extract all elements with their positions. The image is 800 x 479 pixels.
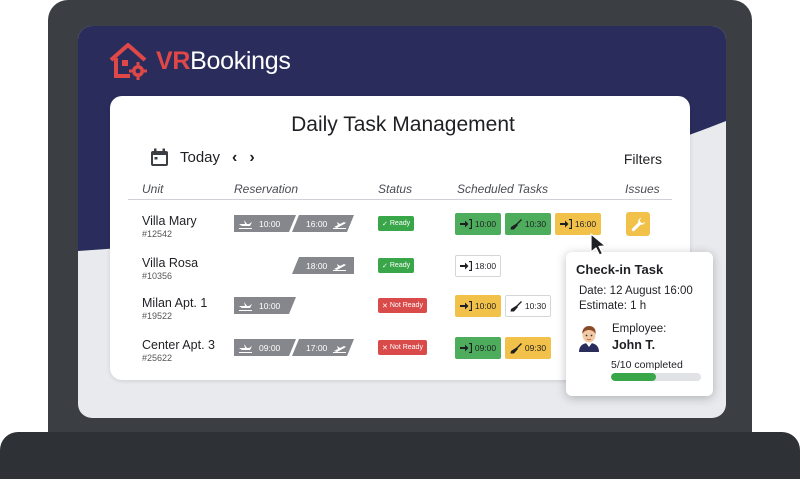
check-icon: ✓	[382, 220, 388, 228]
check-in-icon	[459, 261, 472, 271]
broom-icon	[510, 218, 522, 230]
task-time: 10:00	[474, 301, 497, 311]
status-label: Ready	[389, 220, 411, 227]
date-label[interactable]: Today	[180, 149, 220, 166]
task-time: 18:00	[474, 261, 497, 271]
check-in-icon	[459, 301, 472, 311]
employee-label: Employee:	[612, 323, 667, 335]
column-header-status: Status	[378, 182, 413, 196]
reservation-checkout[interactable]: 18:00	[292, 257, 354, 274]
unit-name: Milan Apt. 1	[142, 296, 208, 310]
unit-name: Villa Mary	[142, 214, 197, 228]
column-header-unit: Unit	[142, 182, 164, 196]
cross-icon: ✕	[382, 302, 388, 310]
column-header-reservation: Reservation	[234, 182, 299, 196]
plane-departure-icon	[333, 219, 347, 229]
task-time: 16:00	[574, 219, 597, 229]
task-time: 10:00	[474, 219, 497, 229]
wrench-icon	[631, 217, 645, 231]
checkin-time: 09:00	[259, 342, 281, 353]
checkin-time: 10:00	[259, 300, 281, 311]
checkout-time: 18:00	[306, 260, 328, 271]
logo-prefix: VR	[156, 46, 191, 75]
task-time: 09:00	[474, 343, 497, 353]
plane-landing-icon	[239, 219, 253, 229]
unit-id: #12542	[142, 229, 173, 239]
page-title: Daily Task Management	[291, 113, 515, 136]
check-in-icon	[559, 219, 572, 229]
status-label: Not Ready	[389, 344, 423, 351]
unit-name: Center Apt. 3	[142, 338, 215, 352]
reservation-checkin[interactable]: 10:00	[234, 297, 296, 314]
status-badge-ready: ✓ Ready	[378, 258, 415, 273]
unit-name: Villa Rosa	[142, 256, 199, 270]
next-day-button[interactable]: ›	[249, 149, 254, 167]
status-label: Ready	[389, 262, 411, 269]
unit-id: #25622	[142, 353, 173, 363]
task-details-popup: Check-in Task Date: 12 August 16:00 Esti…	[566, 252, 713, 396]
popup-estimate: Estimate: 1 h	[579, 300, 647, 312]
task-cleaning[interactable]: 09:30	[505, 337, 551, 359]
unit-id: #19522	[142, 311, 173, 321]
column-header-issues: Issues	[625, 182, 660, 196]
broom-icon	[510, 342, 522, 354]
status-badge-not-ready: ✕ Not Ready	[378, 298, 427, 313]
employee-name: John T.	[612, 338, 656, 352]
logo-text: VRBookings	[156, 47, 291, 76]
reservation-checkin[interactable]: 10:00	[234, 215, 296, 232]
progress-bar-fill	[611, 373, 656, 381]
filters-button[interactable]: Filters	[624, 151, 662, 167]
task-check-in[interactable]: 16:00	[555, 213, 601, 235]
task-time: 09:30	[524, 343, 547, 353]
task-check-in[interactable]: 10:00	[455, 295, 501, 317]
reservation-checkout[interactable]: 16:00	[292, 215, 354, 232]
mouse-cursor-icon	[590, 233, 607, 256]
checkout-time: 17:00	[306, 342, 328, 353]
unit-id: #10356	[142, 271, 173, 281]
logo-suffix: Bookings	[190, 46, 291, 75]
status-badge-not-ready: ✕ Not Ready	[378, 340, 427, 355]
cross-icon: ✕	[382, 344, 388, 352]
house-gear-icon	[109, 43, 147, 80]
calendar-icon[interactable]	[150, 148, 169, 167]
reservation-checkout[interactable]: 17:00	[292, 339, 354, 356]
progress-text: 5/10 completed	[611, 359, 683, 371]
task-check-in[interactable]: 10:00	[455, 213, 501, 235]
progress-bar	[611, 373, 701, 381]
checkin-time: 10:00	[259, 218, 281, 229]
popup-title: Check-in Task	[576, 262, 664, 277]
check-in-icon	[459, 219, 472, 229]
check-in-icon	[459, 343, 472, 353]
task-time: 10:30	[524, 219, 547, 229]
checkout-time: 16:00	[306, 218, 328, 229]
plane-landing-icon	[239, 343, 253, 353]
plane-landing-icon	[239, 301, 253, 311]
issue-button[interactable]	[626, 212, 650, 236]
broom-icon	[510, 300, 522, 312]
date-navigator: Today ‹ ›	[150, 148, 255, 167]
reservation-checkin[interactable]: 09:00	[234, 339, 296, 356]
employee-avatar	[579, 326, 599, 352]
popup-date: Date: 12 August 16:00	[579, 285, 693, 297]
task-cleaning[interactable]: 10:30	[505, 295, 551, 317]
task-cleaning[interactable]: 10:30	[505, 213, 551, 235]
prev-day-button[interactable]: ‹	[232, 149, 237, 167]
status-badge-ready: ✓ Ready	[378, 216, 415, 231]
check-icon: ✓	[382, 262, 388, 270]
task-check-in[interactable]: 09:00	[455, 337, 501, 359]
app-logo[interactable]: VRBookings	[108, 42, 291, 80]
plane-departure-icon	[333, 343, 347, 353]
header-divider	[128, 199, 672, 200]
laptop-base	[0, 432, 800, 479]
task-check-in[interactable]: 18:00	[455, 255, 501, 277]
column-header-scheduled-tasks: Scheduled Tasks	[457, 182, 548, 196]
status-label: Not Ready	[389, 302, 423, 309]
plane-departure-icon	[333, 263, 347, 271]
task-time: 10:30	[524, 301, 547, 311]
